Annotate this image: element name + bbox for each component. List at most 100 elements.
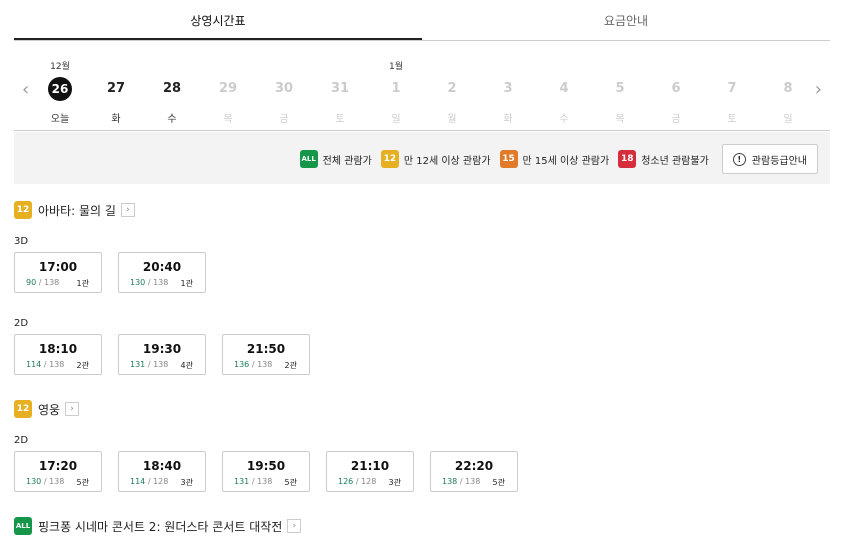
rating-guide-label: 관람등급안내 bbox=[751, 155, 807, 167]
hall-label: 5관 bbox=[492, 478, 505, 487]
date-weekday: 일 bbox=[391, 114, 401, 125]
seat-count: 136 / 138 bbox=[234, 360, 272, 369]
showtime-button[interactable]: 21:50 136 / 138 2관 bbox=[222, 334, 310, 375]
seats-available: 136 bbox=[234, 360, 250, 369]
date-month: 1월 bbox=[388, 62, 403, 72]
date-day-number: 3 bbox=[503, 81, 513, 96]
chevron-right-icon[interactable]: › bbox=[65, 402, 80, 416]
showtime-time: 20:40 bbox=[142, 260, 182, 274]
rating-12-badge: 12 bbox=[14, 201, 32, 219]
date-day-number: 5 bbox=[615, 81, 625, 96]
movie-title[interactable]: 핑크퐁 시네마 콘서트 2: 원더스타 콘서트 대작전 bbox=[38, 518, 282, 535]
format-label: 3D bbox=[14, 236, 29, 247]
hall-label: 2관 bbox=[284, 361, 297, 370]
chevron-left-icon[interactable]: ‹ bbox=[22, 81, 29, 99]
rating-18-badge: 18 bbox=[618, 150, 637, 168]
seats-available: 114 bbox=[130, 477, 146, 486]
date-item: 8일 bbox=[760, 41, 816, 131]
info-icon: ! bbox=[732, 152, 746, 166]
movie-title[interactable]: 아바타: 물의 길 bbox=[38, 202, 116, 219]
date-item: 2월 bbox=[424, 41, 480, 131]
showtime-button[interactable]: 22:20 138 / 138 5관 bbox=[430, 451, 518, 492]
rating-12-badge: 12 bbox=[14, 400, 32, 418]
date-weekday: 월 bbox=[447, 114, 457, 125]
date-day: 8 bbox=[760, 77, 816, 101]
date-strip: ‹ 12월 26 오늘 27 화 28 수 29 목 30 금 31 토 1월 1 일 2 월 3 화 4 수 5 목 6 금 7 토… bbox=[14, 41, 830, 131]
date-item[interactable]: 28 수 bbox=[144, 41, 200, 131]
seat-count: 130 / 138 bbox=[26, 477, 64, 486]
showtime-time: 21:50 bbox=[246, 342, 286, 356]
rating-all-badge: ALL bbox=[299, 150, 318, 168]
date-day: 2 bbox=[424, 77, 480, 101]
date-weekday: 일 bbox=[783, 114, 793, 125]
showtime-button[interactable]: 20:40 130 / 138 1관 bbox=[118, 252, 206, 293]
seats-total: / 138 bbox=[43, 477, 65, 486]
showtime-button[interactable]: 19:30 131 / 138 4관 bbox=[118, 334, 206, 375]
showtime-button[interactable]: 17:00 90 / 138 1관 bbox=[14, 252, 102, 293]
hall-label: 5관 bbox=[284, 478, 297, 487]
date-day: 4 bbox=[536, 77, 592, 101]
showtime-button[interactable]: 21:10 126 / 128 3관 bbox=[326, 451, 414, 492]
seats-total: / 128 bbox=[355, 477, 377, 486]
tab-pricing[interactable]: 요금안내 bbox=[422, 0, 830, 40]
seat-count: 138 / 138 bbox=[442, 477, 480, 486]
chevron-right-icon[interactable]: › bbox=[815, 81, 822, 99]
date-day-number: 28 bbox=[162, 81, 182, 96]
date-day-number: 1 bbox=[391, 81, 401, 96]
rating-legend-label: 만 12세 이상 관람가 bbox=[403, 155, 491, 167]
seats-available: 138 bbox=[442, 477, 458, 486]
showtime-time: 22:20 bbox=[454, 459, 494, 473]
seat-count: 114 / 128 bbox=[130, 477, 168, 486]
date-day: 3 bbox=[480, 77, 536, 101]
rating-guide-button[interactable]: ! 관람등급안내 bbox=[721, 144, 818, 174]
date-weekday: 목 bbox=[615, 114, 625, 125]
showtime-time: 21:10 bbox=[350, 459, 390, 473]
date-item[interactable]: 12월 26 오늘 bbox=[32, 41, 88, 131]
seats-total: / 138 bbox=[43, 360, 65, 369]
showtime-button[interactable]: 18:40 114 / 128 3관 bbox=[118, 451, 206, 492]
hall-label: 4관 bbox=[180, 361, 193, 370]
date-item: 5목 bbox=[592, 41, 648, 131]
rating-all-badge: ALL bbox=[14, 517, 32, 535]
date-weekday: 토 bbox=[727, 114, 737, 125]
movie-title[interactable]: 영웅 bbox=[38, 401, 60, 418]
hall-label: 5관 bbox=[76, 478, 89, 487]
hall-label: 3관 bbox=[180, 478, 193, 487]
date-item: 30 금 bbox=[256, 41, 312, 131]
showtime-time: 18:10 bbox=[38, 342, 78, 356]
showtime-time: 17:00 bbox=[38, 260, 78, 274]
seat-count: 126 / 128 bbox=[338, 477, 376, 486]
seats-available: 130 bbox=[130, 278, 146, 287]
rating-legend-18: 18 청소년 관람불가 bbox=[618, 150, 709, 168]
date-item[interactable]: 27 화 bbox=[88, 41, 144, 131]
showtime-button[interactable]: 18:10 114 / 138 2관 bbox=[14, 334, 102, 375]
movie-title-row: 12 영웅 › bbox=[14, 400, 80, 418]
showtime-time: 17:20 bbox=[38, 459, 78, 473]
seat-count: 131 / 138 bbox=[234, 477, 272, 486]
date-day-number: 26 bbox=[48, 77, 72, 101]
seats-total: / 138 bbox=[251, 360, 273, 369]
showtime-button[interactable]: 17:20 130 / 138 5관 bbox=[14, 451, 102, 492]
date-weekday: 토 bbox=[335, 114, 345, 125]
showtime-list: 18:10 114 / 138 2관 19:30 131 / 138 4관 21:50 136… bbox=[14, 334, 326, 375]
date-day: 7 bbox=[704, 77, 760, 101]
tab-showtimes[interactable]: 상영시간표 bbox=[14, 0, 422, 40]
date-day: 29 bbox=[200, 77, 256, 101]
showtime-time: 19:50 bbox=[246, 459, 286, 473]
seats-available: 131 bbox=[130, 360, 146, 369]
seat-count: 114 / 138 bbox=[26, 360, 64, 369]
date-item: 4수 bbox=[536, 41, 592, 131]
date-weekday: 화 bbox=[111, 114, 121, 125]
showtime-time: 19:30 bbox=[142, 342, 182, 356]
date-day-number: 4 bbox=[559, 81, 569, 96]
seats-total: / 138 bbox=[251, 477, 273, 486]
format-label: 2D bbox=[14, 318, 29, 329]
showtime-list: 17:20 130 / 138 5관 18:40 114 / 128 3관 19:50 131… bbox=[14, 451, 534, 492]
chevron-right-icon[interactable]: › bbox=[120, 203, 135, 217]
movie-title-row: 12 아바타: 물의 길 › bbox=[14, 201, 135, 219]
chevron-right-icon[interactable]: › bbox=[287, 519, 302, 533]
date-weekday: 오늘 bbox=[50, 114, 70, 125]
date-day: 26 bbox=[32, 77, 88, 102]
showtime-button[interactable]: 19:50 131 / 138 5관 bbox=[222, 451, 310, 492]
rating-legend-bar: ALL 전체 관람가 12 만 12세 이상 관람가 15 만 15세 이상 관… bbox=[14, 132, 830, 184]
